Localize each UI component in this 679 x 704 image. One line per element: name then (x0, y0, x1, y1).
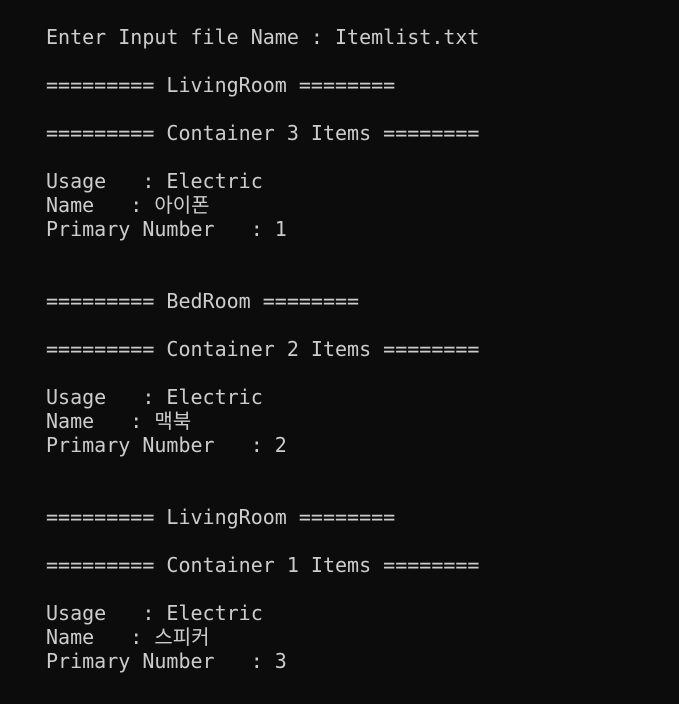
console-line-name: Name : 스피커 (46, 625, 210, 649)
console-line-name: Name : 맥북 (46, 409, 192, 433)
console-line-primary-number: Primary Number : 2 (46, 433, 287, 457)
console-line-container-header: ========= Container 1 Items ======== (46, 553, 480, 577)
console-window[interactable]: Enter Input file Name : Itemlist.txt ===… (0, 0, 679, 704)
console-line-usage: Usage : Electric (46, 385, 263, 409)
console-line-prompt: Enter Input file Name : Itemlist.txt (46, 25, 480, 49)
console-line-room-header: ========= BedRoom ======== (46, 289, 360, 313)
console-line-usage: Usage : Electric (46, 169, 263, 193)
console-line-primary-number: Primary Number : 1 (46, 217, 287, 241)
console-line-name: Name : 아이폰 (46, 193, 210, 217)
console-line-room-header: ========= LivingRoom ======== (46, 505, 396, 529)
console-line-room-header: ========= LivingRoom ======== (46, 73, 396, 97)
console-line-container-header: ========= Container 2 Items ======== (46, 337, 480, 361)
console-line-primary-number: Primary Number : 3 (46, 649, 287, 673)
console-line-usage: Usage : Electric (46, 601, 263, 625)
console-line-container-header: ========= Container 3 Items ======== (46, 121, 480, 145)
